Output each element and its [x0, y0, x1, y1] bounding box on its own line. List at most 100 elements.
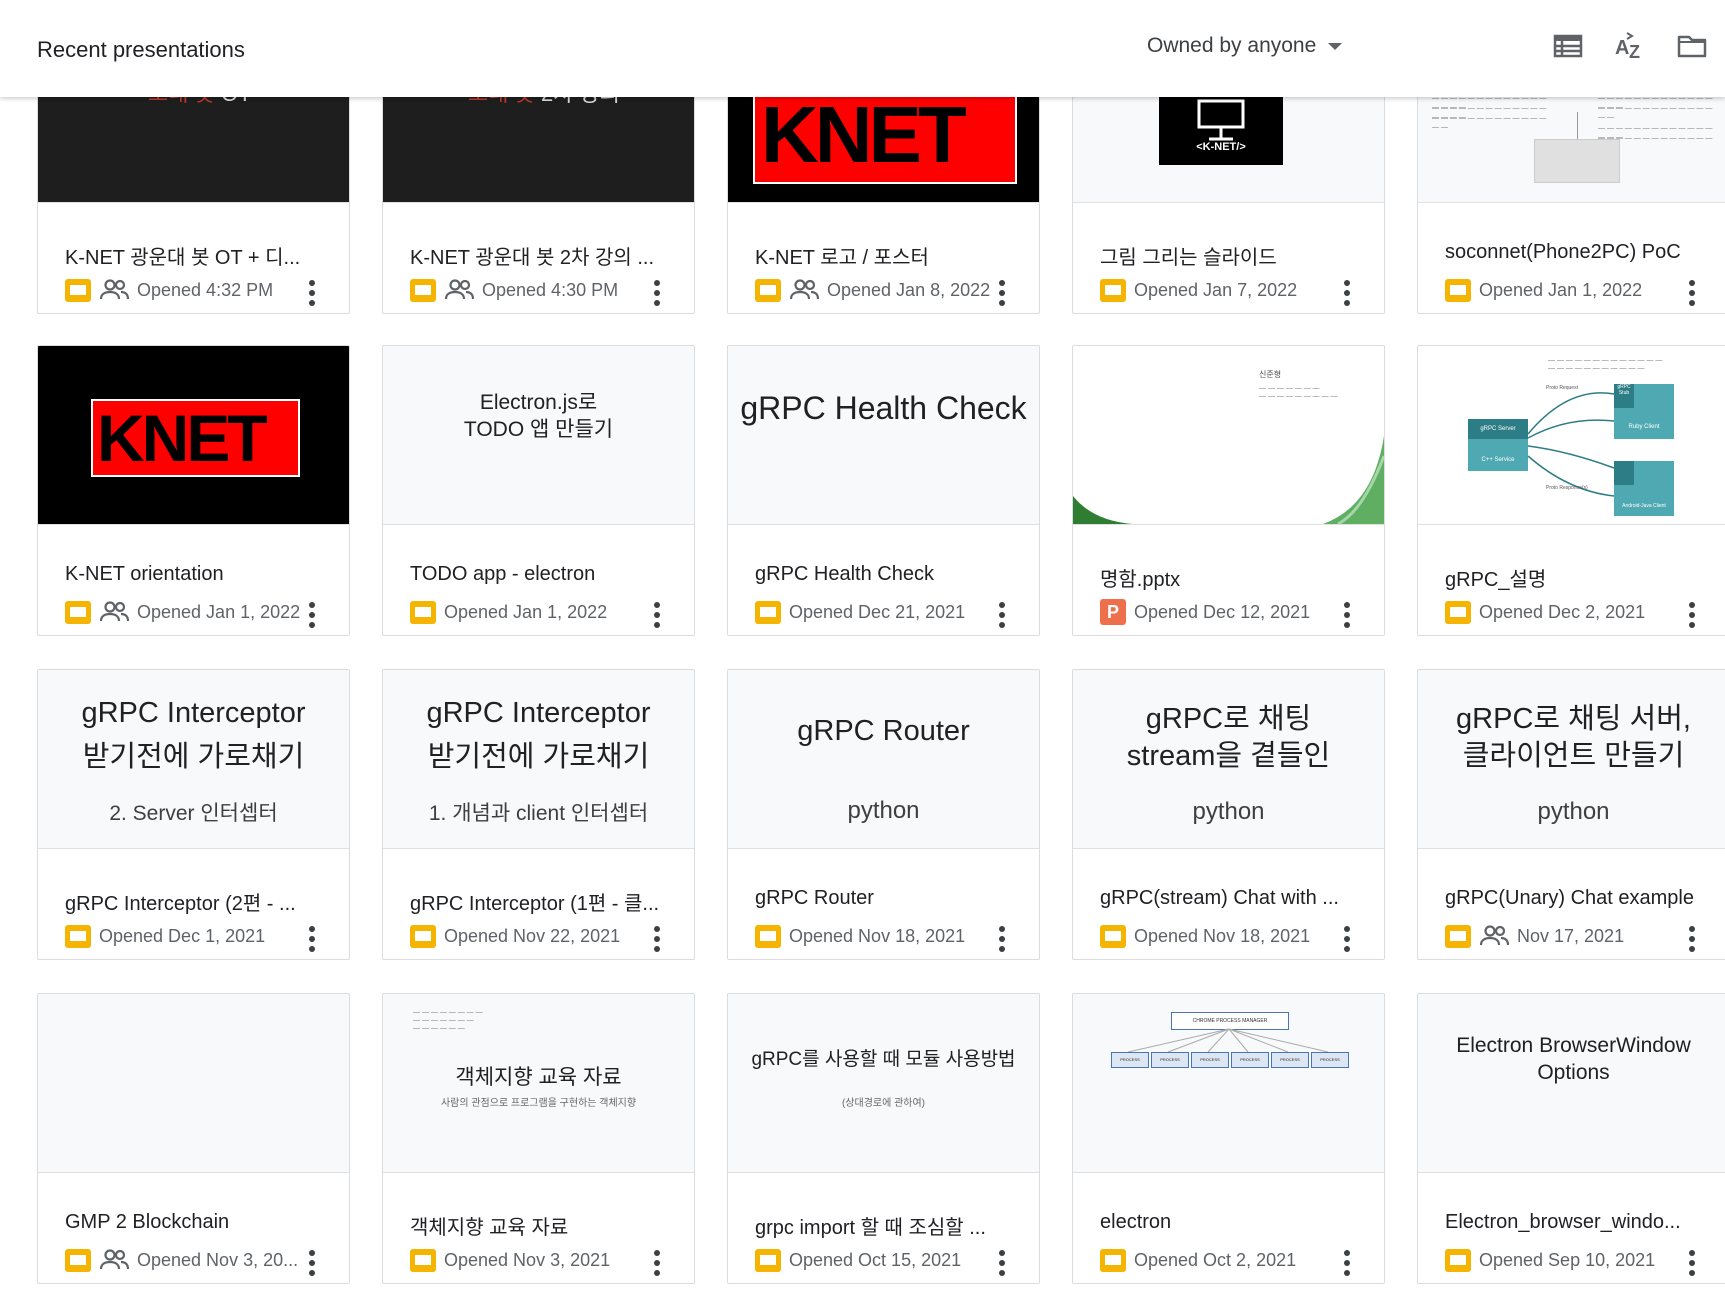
more-options-icon[interactable] — [1688, 926, 1696, 952]
more-options-icon[interactable] — [1343, 1250, 1351, 1276]
card-gmp-blockchain[interactable]: GMP 2 Blockchain Opened Nov 3, 20... — [37, 993, 350, 1284]
card-title: gRPC_설명 — [1445, 569, 1547, 591]
more-options-icon[interactable] — [653, 1250, 661, 1276]
opened-date: Opened Nov 3, 2021 — [444, 1249, 611, 1270]
more-options-icon[interactable] — [998, 280, 1006, 306]
opened-date: Opened Dec 12, 2021 — [1134, 601, 1311, 622]
more-options-icon[interactable] — [1343, 602, 1351, 628]
card-title: K-NET 로고 / 포스터 — [755, 247, 929, 269]
slides-icon — [755, 600, 781, 624]
chevron-down-icon — [1328, 42, 1343, 50]
slides-icon — [1100, 924, 1126, 948]
slides-icon — [410, 600, 436, 624]
card-meta: Opened Jan 1, 2022 — [410, 598, 607, 626]
slides-icon — [755, 278, 781, 302]
card-thumbnail: Electron.js로 TODO 앱 만들기 — [383, 346, 694, 525]
card-grpc-stream-chat[interactable]: gRPC로 채팅 stream을 곁들인 python gRPC(stream)… — [1072, 669, 1385, 960]
slides-icon — [1445, 1248, 1471, 1272]
more-options-icon[interactable] — [998, 926, 1006, 952]
thumb-line: 받기전에 가로채기 — [427, 741, 650, 773]
thumb-line: 1. 개념과 client 인터셉터 — [428, 802, 649, 825]
slides-icon — [65, 924, 91, 948]
card-knet-orientation[interactable]: KNET K-NET orientation Opened Jan 1, 202… — [37, 345, 350, 636]
card-grpc-interceptor-1[interactable]: gRPC Interceptor 받기전에 가로채기 1. 개념과 client… — [382, 669, 695, 960]
card-meta: Nov 17, 2021 — [1445, 922, 1624, 950]
card-title: K-NET 광운대 봇 OT + 디... — [65, 247, 301, 269]
thumb-line: gRPC로 채팅 — [1145, 703, 1312, 735]
thumb-line: 받기전에 가로채기 — [82, 741, 305, 773]
sort-az-icon[interactable]: A Z — [1614, 30, 1646, 62]
opened-date: Opened Nov 22, 2021 — [444, 925, 621, 946]
shared-icon — [99, 601, 129, 622]
opened-date: Opened Jan 7, 2022 — [1134, 279, 1298, 300]
more-options-icon[interactable] — [1688, 280, 1696, 306]
slides-icon — [1445, 278, 1471, 302]
card-grpc-interceptor-2[interactable]: gRPC Interceptor 받기전에 가로채기 2. Server 인터셉… — [37, 669, 350, 960]
shared-icon — [444, 279, 474, 300]
thumb-line: 객체지향 교육 자료 — [455, 1066, 622, 1089]
owner-filter-dropdown[interactable]: Owned by anyone — [1147, 31, 1343, 61]
list-view-icon[interactable] — [1552, 30, 1584, 62]
more-options-icon[interactable] — [998, 602, 1006, 628]
card-meta: Opened Oct 2, 2021 — [1100, 1246, 1296, 1274]
card-grpc-explanation[interactable]: — — — — — — — — — — — — — — — — — — — — … — [1417, 345, 1725, 636]
card-title: 객체지향 교육 자료 — [410, 1217, 569, 1239]
card-thumbnail: gRPC Interceptor 받기전에 가로채기 2. Server 인터셉… — [38, 670, 349, 849]
card-title: Electron_browser_windo... — [1445, 1211, 1681, 1233]
card-title: gRPC(Unary) Chat example — [1445, 887, 1694, 909]
svg-text:Z: Z — [1629, 42, 1640, 62]
more-options-icon[interactable] — [1343, 926, 1351, 952]
shared-icon — [789, 279, 819, 300]
card-title: gRPC Interceptor (2편 - ... — [65, 893, 296, 915]
knet-logo: KNET — [753, 84, 1017, 184]
opened-date: Opened Dec 1, 2021 — [99, 925, 266, 946]
card-meta: Opened Jan 1, 2022 — [1445, 276, 1642, 304]
more-options-icon[interactable] — [653, 602, 661, 628]
card-title: GMP 2 Blockchain — [65, 1211, 230, 1233]
card-title: grpc import 할 때 조심할 ... — [755, 1217, 986, 1239]
card-grpc-health-check[interactable]: gRPC Health Check gRPC Health Check Open… — [727, 345, 1040, 636]
slides-icon — [1100, 1248, 1126, 1272]
card-business-card-pptx[interactable]: 신준형 — — — — — — — — — — — — — — — — 명함.p… — [1072, 345, 1385, 636]
opened-date: Opened Jan 8, 2022 — [827, 279, 991, 300]
more-options-icon[interactable] — [653, 926, 661, 952]
opened-date: Opened Nov 18, 2021 — [1134, 925, 1311, 946]
more-options-icon[interactable] — [308, 1250, 316, 1276]
shared-icon — [99, 1249, 129, 1270]
process-box: PROCESS — [1271, 1052, 1309, 1068]
card-title: K-NET orientation — [65, 563, 224, 585]
more-options-icon[interactable] — [308, 602, 316, 628]
presentation-grid: 오대 봇 OT K-NET 광운대 봇 OT + 디... Opened 4:3… — [0, 0, 1725, 1290]
card-grpc-unary-chat[interactable]: gRPC로 채팅 서버, 클라이언트 만들기 python gRPC(Unary… — [1417, 669, 1725, 960]
card-thumbnail: gRPC Router python — [728, 670, 1039, 849]
thumb-line: 2. Server 인터셉터 — [109, 802, 278, 825]
more-options-icon[interactable] — [998, 1250, 1006, 1276]
card-electron-browser-window[interactable]: Electron BrowserWindow Options Electron_… — [1417, 993, 1725, 1284]
card-grpc-import[interactable]: gRPC를 사용할 때 모듈 사용방법 (상대경로에 관하여) grpc imp… — [727, 993, 1040, 1284]
slides-icon — [1100, 278, 1126, 302]
card-meta: Opened 4:30 PM — [410, 276, 618, 304]
folder-icon[interactable] — [1676, 30, 1708, 62]
slides-icon — [65, 600, 91, 624]
more-options-icon[interactable] — [308, 280, 316, 306]
card-electron[interactable]: CHROME PROCESS MANAGER PROCESS PROCESS P… — [1072, 993, 1385, 1284]
opened-date: Opened Jan 1, 2022 — [444, 601, 608, 622]
card-todo-electron[interactable]: Electron.js로 TODO 앱 만들기 TODO app - elect… — [382, 345, 695, 636]
more-options-icon[interactable] — [1343, 280, 1351, 306]
opened-date: Opened Nov 3, 20... — [137, 1249, 299, 1270]
card-meta: Opened Jan 8, 2022 — [755, 276, 990, 304]
thumb-line: gRPC로 채팅 서버, — [1456, 703, 1691, 735]
thumb-box — [1534, 139, 1620, 183]
slides-icon — [410, 1248, 436, 1272]
card-grpc-router[interactable]: gRPC Router python gRPC Router Opened No… — [727, 669, 1040, 960]
more-options-icon[interactable] — [308, 926, 316, 952]
more-options-icon[interactable] — [1688, 1250, 1696, 1276]
card-oop-education[interactable]: — — — — — — — — — — — — — — — — — — — — … — [382, 993, 695, 1284]
thumb-line: Electron.js로 — [479, 391, 598, 414]
card-thumbnail: gRPC로 채팅 서버, 클라이언트 만들기 python — [1418, 670, 1725, 849]
more-options-icon[interactable] — [1688, 602, 1696, 628]
card-meta: Opened Dec 2, 2021 — [1445, 598, 1645, 626]
thumb-line: TODO 앱 만들기 — [463, 418, 614, 441]
card-thumbnail — [38, 994, 349, 1173]
more-options-icon[interactable] — [653, 280, 661, 306]
